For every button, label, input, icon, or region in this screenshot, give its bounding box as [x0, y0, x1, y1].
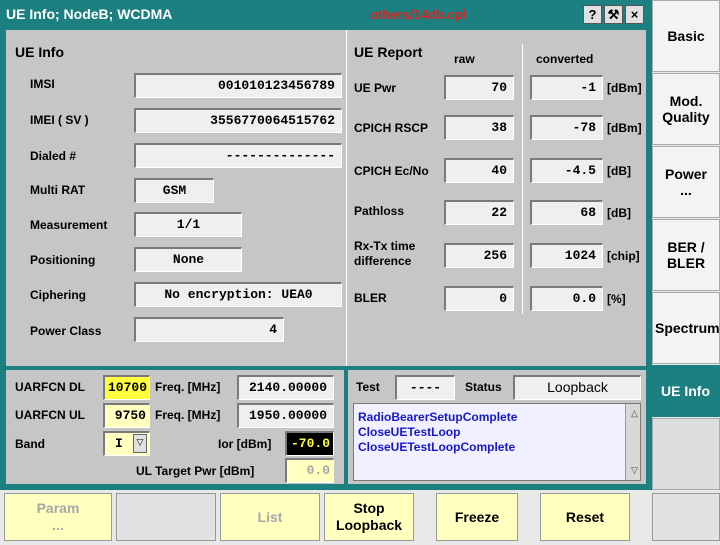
- uarfcn-ul-label: UARFCN UL: [15, 408, 85, 422]
- main-window: UE Info; NodeB; WCDMA others/14db.cpl ? …: [0, 0, 652, 490]
- band-value: I: [115, 436, 123, 451]
- status-label: Status: [465, 380, 502, 394]
- side-button-ber-bler[interactable]: BER / BLER: [652, 219, 720, 291]
- ue-report-header: UE Report: [354, 44, 423, 60]
- side-button-power[interactable]: Power ...: [652, 146, 720, 218]
- ul-target-field[interactable]: 0.0: [285, 458, 334, 483]
- measurement-label: Measurement: [30, 218, 108, 232]
- test-field: ----: [395, 375, 455, 400]
- param-button[interactable]: Param ...: [4, 493, 112, 541]
- multi-rat-label: Multi RAT: [30, 183, 86, 197]
- cpich-ecno-label: CPICH Ec/No: [354, 164, 429, 178]
- help-button[interactable]: ?: [583, 5, 602, 24]
- freq-dl-label: Freq. [MHz]: [155, 380, 221, 394]
- imsi-label: IMSI: [30, 77, 55, 91]
- chevron-down-icon[interactable]: ▽: [133, 434, 147, 453]
- bler-unit: [%]: [607, 292, 626, 306]
- ior-field[interactable]: -70.0: [285, 431, 334, 456]
- imei-field: 3556770064515762: [134, 108, 342, 133]
- converted-column-header: converted: [536, 52, 594, 66]
- list-button[interactable]: List: [220, 493, 320, 541]
- band-label: Band: [15, 437, 45, 451]
- bler-label: BLER: [354, 291, 387, 305]
- reset-button[interactable]: Reset: [540, 493, 630, 541]
- pathloss-raw: 22: [444, 200, 514, 225]
- freq-ul-label: Freq. [MHz]: [155, 408, 221, 422]
- freq-dl-field: 2140.00000: [237, 375, 334, 400]
- status-field: Loopback: [513, 375, 641, 400]
- ue-pwr-raw: 70: [444, 75, 514, 100]
- cpich-ecno-raw: 40: [444, 158, 514, 183]
- dialed-field: --------------: [134, 143, 342, 168]
- config-file-name: others/14db.cpl: [370, 7, 467, 22]
- pathloss-converted: 68: [530, 200, 603, 225]
- rx-tx-raw: 256: [444, 243, 514, 268]
- bler-converted: 0.0: [530, 286, 603, 311]
- imsi-field: 001010123456789: [134, 73, 342, 98]
- tool-icon[interactable]: ⚒: [604, 5, 623, 24]
- ue-info-header: UE Info: [15, 44, 64, 60]
- cpich-rscp-raw: 38: [444, 115, 514, 140]
- positioning-field: None: [134, 247, 242, 272]
- pathloss-label: Pathloss: [354, 204, 405, 218]
- imei-label: IMEI ( SV ): [30, 113, 89, 127]
- stop-loopback-button[interactable]: Stop Loopback: [324, 493, 414, 541]
- message-line: CloseUETestLoopComplete: [358, 440, 516, 454]
- ior-label: Ior [dBm]: [218, 437, 272, 451]
- rx-tx-converted: 1024: [530, 243, 603, 268]
- cpich-ecno-converted: -4.5: [530, 158, 603, 183]
- raw-column-header: raw: [454, 52, 475, 66]
- ul-target-label: UL Target Pwr [dBm]: [136, 464, 255, 478]
- side-button-ue-info[interactable]: UE Info: [652, 365, 720, 417]
- band-select[interactable]: I ▽: [103, 431, 150, 456]
- dialed-label: Dialed #: [30, 149, 77, 163]
- rx-tx-label: Rx-Tx time difference: [354, 239, 416, 268]
- multi-rat-field: GSM: [134, 178, 214, 203]
- window-title: UE Info; NodeB; WCDMA: [6, 6, 173, 22]
- scroll-down-icon[interactable]: ▽: [627, 463, 638, 478]
- message-line: CloseUETestLoop: [358, 425, 461, 439]
- side-button-mod-quality[interactable]: Mod. Quality: [652, 73, 720, 145]
- uarfcn-dl-field[interactable]: 10700: [103, 375, 150, 400]
- title-bar: UE Info; NodeB; WCDMA others/14db.cpl ? …: [0, 0, 652, 30]
- measurement-field: 1/1: [134, 212, 242, 237]
- softkey-empty-1[interactable]: [116, 493, 216, 541]
- cpich-rscp-label: CPICH RSCP: [354, 121, 429, 135]
- test-label: Test: [356, 380, 380, 394]
- cpich-ecno-unit: [dB]: [607, 164, 631, 178]
- freq-ul-field: 1950.00000: [237, 403, 334, 428]
- power-class-field: 4: [134, 317, 284, 342]
- ue-pwr-converted: -1: [530, 75, 603, 100]
- message-line: RadioBearerSetupComplete: [358, 410, 518, 424]
- message-scrollbar[interactable]: △ ▽: [625, 404, 640, 480]
- scroll-up-icon[interactable]: △: [627, 406, 638, 421]
- close-button[interactable]: ×: [625, 5, 644, 24]
- side-button-spectrum[interactable]: Spectrum: [652, 292, 720, 364]
- bler-raw: 0: [444, 286, 514, 311]
- side-button-empty[interactable]: [652, 418, 720, 490]
- cpich-rscp-unit: [dBm]: [607, 121, 642, 135]
- freeze-button[interactable]: Freeze: [436, 493, 518, 541]
- ue-pwr-label: UE Pwr: [354, 81, 397, 95]
- pathloss-unit: [dB]: [607, 206, 631, 220]
- cpich-rscp-converted: -78: [530, 115, 603, 140]
- ue-pwr-unit: [dBm]: [607, 81, 642, 95]
- power-class-label: Power Class: [30, 324, 102, 338]
- ciphering-label: Ciphering: [30, 288, 86, 302]
- message-log: RadioBearerSetupComplete CloseUETestLoop…: [353, 403, 641, 481]
- uarfcn-dl-label: UARFCN DL: [15, 380, 85, 394]
- softkey-empty-2[interactable]: [652, 493, 720, 541]
- uarfcn-ul-field[interactable]: 9750: [103, 403, 150, 428]
- ciphering-field: No encryption: UEA0: [134, 282, 342, 307]
- side-button-basic[interactable]: Basic: [652, 0, 720, 72]
- rx-tx-unit: [chip]: [607, 249, 640, 263]
- positioning-label: Positioning: [30, 253, 96, 267]
